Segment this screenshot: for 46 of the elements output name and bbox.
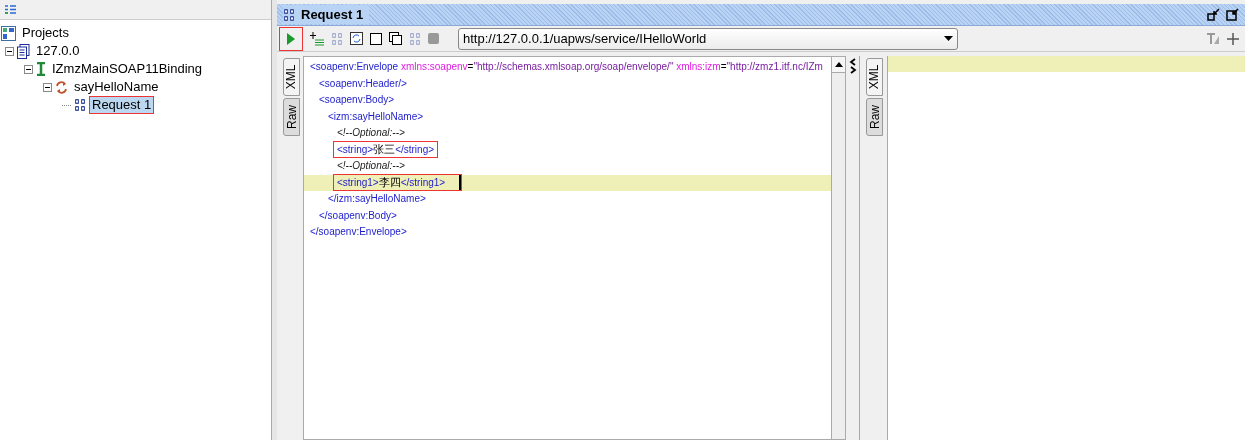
code-line: </soapenv:Envelope> [309, 225, 408, 240]
soap-icon [283, 7, 295, 22]
i-beam-icon [36, 62, 46, 76]
code-line: <izm:sayHelloName> [327, 109, 425, 124]
run-button[interactable] [279, 26, 303, 51]
refresh-icon[interactable] [350, 32, 363, 45]
restore-icon[interactable] [1207, 8, 1220, 21]
collapse-toggle[interactable] [5, 46, 14, 56]
maximize-icon[interactable] [1226, 8, 1239, 21]
soap-icon [74, 98, 86, 112]
tree-item[interactable]: IZmzMainSOAP11Binding [49, 60, 206, 78]
collapse-toggle[interactable] [43, 82, 52, 92]
cycle-arrows-icon [55, 80, 68, 94]
scrollbar[interactable] [832, 56, 846, 440]
vertical-tab[interactable]: Raw [866, 98, 883, 136]
tree-item[interactable]: Request 1 [89, 96, 155, 114]
code-line: </soapenv:Body> [318, 208, 398, 223]
code-line: <!--Optional:--> [336, 126, 406, 141]
endpoint-dropdown[interactable]: http://127.0.0.1/uapws/service/IHelloWorld [458, 27, 958, 50]
vertical-tab[interactable]: Raw [283, 98, 300, 136]
code-line: <soapenv:Envelope xmlns:soapenv="http://schemas.xmlsoap.org/soap/envelope/" xmlns:izm="http://zmz1.itf.nc/IZm [309, 60, 824, 75]
tree-item[interactable]: Projects [19, 24, 72, 42]
tree-item[interactable]: sayHelloName [71, 78, 162, 96]
code-line: </izm:sayHelloName> [327, 192, 427, 207]
code-line: <string>张三</string> [334, 142, 438, 158]
scroll-up-icon[interactable] [834, 62, 843, 67]
code-line: <!--Optional:--> [336, 159, 406, 174]
window-title: Request 1 [301, 5, 364, 24]
caret-icon [944, 36, 953, 41]
soap-icon [331, 31, 343, 46]
code-line: <string1>李四</string1> [334, 175, 462, 191]
code-line: <soapenv:Header/> [318, 76, 408, 91]
square-icon[interactable] [370, 32, 382, 45]
play-icon [287, 32, 295, 45]
collapse-arrows-icon[interactable] [848, 58, 857, 74]
copy-icon[interactable] [389, 32, 402, 45]
list-icon[interactable] [5, 5, 16, 14]
plus-icon[interactable] [1227, 32, 1239, 45]
document-icon [17, 43, 30, 59]
vertical-tab[interactable]: XML [283, 58, 300, 96]
tree-item[interactable]: 127.0.0 [33, 42, 83, 60]
vertical-tab[interactable]: XML [866, 58, 883, 96]
soap-icon [409, 31, 421, 46]
collapse-toggle[interactable] [24, 64, 33, 74]
code-line: <soapenv:Body> [318, 93, 396, 108]
add-step-icon[interactable] [310, 31, 324, 46]
